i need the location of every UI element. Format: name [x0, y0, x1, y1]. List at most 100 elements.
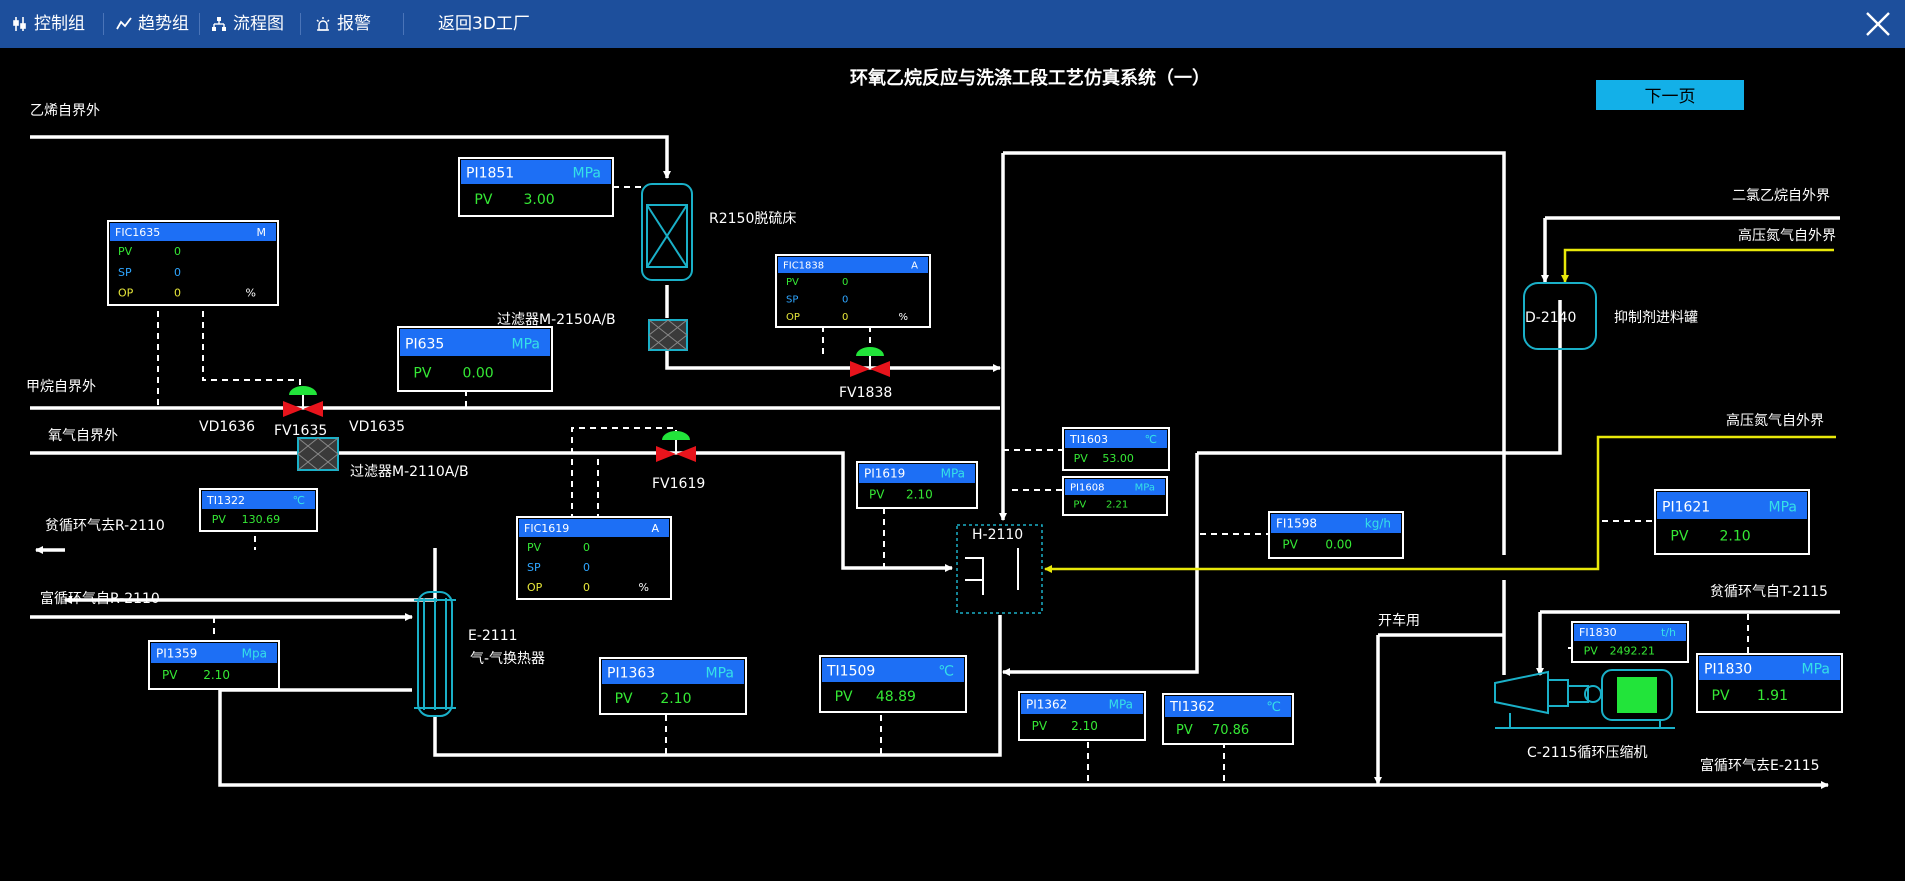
process-flow-canvas: 环氧乙烷反应与洗涤工段工艺仿真系统（一） 下一页 乙烯自界外 甲烷自界外 氧气自…	[0, 48, 1905, 881]
faceplate-pi1830[interactable]: PI1830 MPa PV 1.91	[1696, 653, 1843, 713]
faceplate-tag: FI1830	[1579, 626, 1617, 639]
faceplate-ti1603[interactable]: TI1603 ℃ PV 53.00	[1062, 427, 1170, 471]
faceplate-sp-key: SP	[786, 295, 798, 306]
faceplate-ti1509[interactable]: TI1509 ℃ PV 48.89	[819, 655, 967, 713]
faceplate-tag: TI1509	[826, 663, 875, 679]
control-valve-fv1619[interactable]	[656, 431, 696, 462]
faceplate-pv-value: 130.69	[242, 513, 281, 526]
faceplate-pi1619[interactable]: PI1619 MPa PV 2.10	[856, 461, 978, 509]
faceplate-pv-value: 0	[583, 541, 590, 554]
faceplate-tag: TI1603	[1069, 433, 1108, 446]
faceplate-op-unit: %	[246, 287, 256, 300]
faceplate-fi1598[interactable]: FI1598 kg/h PV 0.00	[1268, 511, 1404, 559]
faceplate-pi1608[interactable]: PI1608 MPa PV 2.21	[1062, 476, 1168, 516]
label-e2111-desc: 气-气换热器	[470, 650, 545, 667]
faceplate-pv-key: PV	[1584, 644, 1599, 657]
faceplate-pv-value: 2492.21	[1610, 644, 1656, 657]
faceplate-pv-key: PV	[869, 488, 885, 502]
faceplate-unit: MPa	[573, 165, 601, 181]
close-icon[interactable]	[1865, 11, 1891, 37]
faceplate-pv-key: PV	[1176, 723, 1193, 738]
faceplate-pv-value: 2.10	[1071, 719, 1098, 733]
faceplate-tag: FI1598	[1276, 517, 1317, 531]
faceplate-sp-value: 0	[842, 295, 848, 306]
faceplate-tag: PI1619	[864, 467, 905, 481]
faceplate-ti1322[interactable]: TI1322 ℃ PV 130.69	[199, 488, 318, 532]
faceplate-pv-key: PV	[835, 689, 853, 705]
faceplate-tag: PI1359	[156, 646, 197, 660]
label-rich-to-e2115: 富循环气去E-2115	[1700, 757, 1820, 774]
faceplate-pv-key: PV	[1074, 452, 1089, 465]
alarm-icon	[316, 17, 330, 31]
heat-exchanger-e2111	[414, 591, 456, 717]
faceplate-pv-value: 2.10	[1719, 528, 1750, 544]
faceplate-fic1619[interactable]: FIC1619 A PV 0 SP 0 OP 0%	[516, 516, 672, 600]
faceplate-pi1363[interactable]: PI1363 MPa PV 2.10	[599, 657, 747, 715]
faceplate-tag: TI1322	[206, 494, 245, 507]
faceplate-pi1359[interactable]: PI1359 Mpa PV 2.10	[148, 640, 280, 690]
faceplate-unit: MPa	[1135, 483, 1155, 494]
faceplate-ti1362[interactable]: TI1362 ℃ PV 70.86	[1162, 693, 1294, 745]
label-r2150: R2150脱硫床	[709, 211, 796, 227]
faceplate-unit: M	[257, 226, 267, 239]
label-lean-to-r2110: 贫循环气去R-2110	[45, 518, 165, 534]
flowchart-label: 流程图	[233, 14, 284, 34]
faceplate-sp-value: 0	[583, 561, 590, 574]
faceplate-pv-key: PV	[212, 513, 227, 526]
faceplate-unit: MPa	[512, 336, 540, 352]
faceplate-op-unit: %	[898, 312, 908, 323]
next-page-label: 下一页	[1645, 87, 1696, 107]
faceplate-pv-key: PV	[1282, 538, 1298, 552]
faceplate-pi1621[interactable]: PI1621 MPa PV 2.10	[1654, 489, 1810, 555]
faceplate-unit: ℃	[1266, 700, 1281, 715]
faceplate-op-value: 0	[842, 312, 848, 323]
faceplate-pv-key: PV	[786, 277, 799, 288]
label-h2110: H-2110	[972, 527, 1023, 543]
label-hp-nitrogen-in-1: 高压氮气自外界	[1738, 227, 1836, 244]
control-valve-fv1838[interactable]	[850, 347, 890, 377]
label-methane-in: 甲烷自界外	[26, 379, 96, 395]
faceplate-pi635[interactable]: PI635 MPa PV 0.00	[397, 326, 553, 392]
faceplate-pv-value: 0.00	[462, 365, 493, 381]
faceplate-tag: PI1830	[1704, 661, 1752, 677]
next-page-button[interactable]: 下一页	[1596, 80, 1744, 110]
faceplate-op-key: OP	[786, 312, 800, 323]
faceplate-sp-key: SP	[118, 266, 132, 279]
toolbar-divider	[199, 13, 200, 35]
faceplate-unit: ℃	[293, 494, 305, 507]
faceplate-pv-key: PV	[118, 245, 133, 258]
faceplate-fic1838[interactable]: FIC1838 A PV 0 SP 0 OP 0%	[775, 254, 931, 328]
faceplate-fic1635[interactable]: FIC1635 M PV 0 SP 0 OP 0%	[107, 220, 279, 306]
faceplate-pv-key: PV	[413, 365, 431, 381]
process-flow-diagram: 环氧乙烷反应与洗涤工段工艺仿真系统（一） 下一页 乙烯自界外 甲烷自界外 氧气自…	[26, 67, 1843, 789]
label-lean-from-t2115: 贫循环气自T-2115	[1710, 584, 1828, 600]
faceplate-tag: PI1851	[466, 165, 514, 181]
faceplate-unit: MPa	[1109, 697, 1133, 711]
faceplate-tag: PI1608	[1070, 483, 1104, 494]
label-c2115: C-2115循环压缩机	[1527, 745, 1647, 761]
faceplate-pv-value: 2.10	[660, 691, 691, 707]
faceplate-pv-key: PV	[1712, 688, 1730, 704]
trend-group-label: 趋势组	[138, 14, 189, 34]
faceplate-op-key: OP	[527, 581, 543, 594]
control-valve-fv1635[interactable]	[283, 386, 323, 417]
faceplate-pi1362[interactable]: PI1362 MPa PV 2.10	[1018, 691, 1146, 741]
faceplate-pi1851[interactable]: PI1851 MPa PV 3.00	[458, 157, 614, 217]
instrument-faceplates: PI1851 MPaPV 3.00FIC1635 MPV 0SP 0OP 0 %FIC1838…	[107, 157, 1843, 745]
faceplate-tag: PI635	[405, 336, 444, 352]
label-startup: 开车用	[1378, 612, 1420, 629]
label-rich-from-r2110: 富循环气自R-2110	[40, 590, 160, 607]
faceplate-pv-value: 53.00	[1102, 452, 1134, 465]
faceplate-unit: MPa	[941, 467, 965, 481]
faceplate-pv-value: 3.00	[523, 192, 554, 208]
control-group-icon	[13, 17, 26, 31]
faceplate-pv-value: 1.91	[1757, 688, 1788, 704]
control-group-label: 控制组	[34, 14, 85, 34]
faceplate-op-value: 0	[583, 581, 590, 594]
faceplate-fi1830[interactable]: FI1830 t/h PV 2492.21	[1571, 621, 1689, 663]
faceplate-unit: kg/h	[1365, 517, 1391, 531]
back-to-3d-factory-label: 返回3D工厂	[438, 14, 530, 34]
faceplate-pv-key: PV	[615, 691, 633, 707]
label-fv1619: FV1619	[652, 476, 705, 492]
label-vd1635: VD1635	[349, 419, 405, 435]
